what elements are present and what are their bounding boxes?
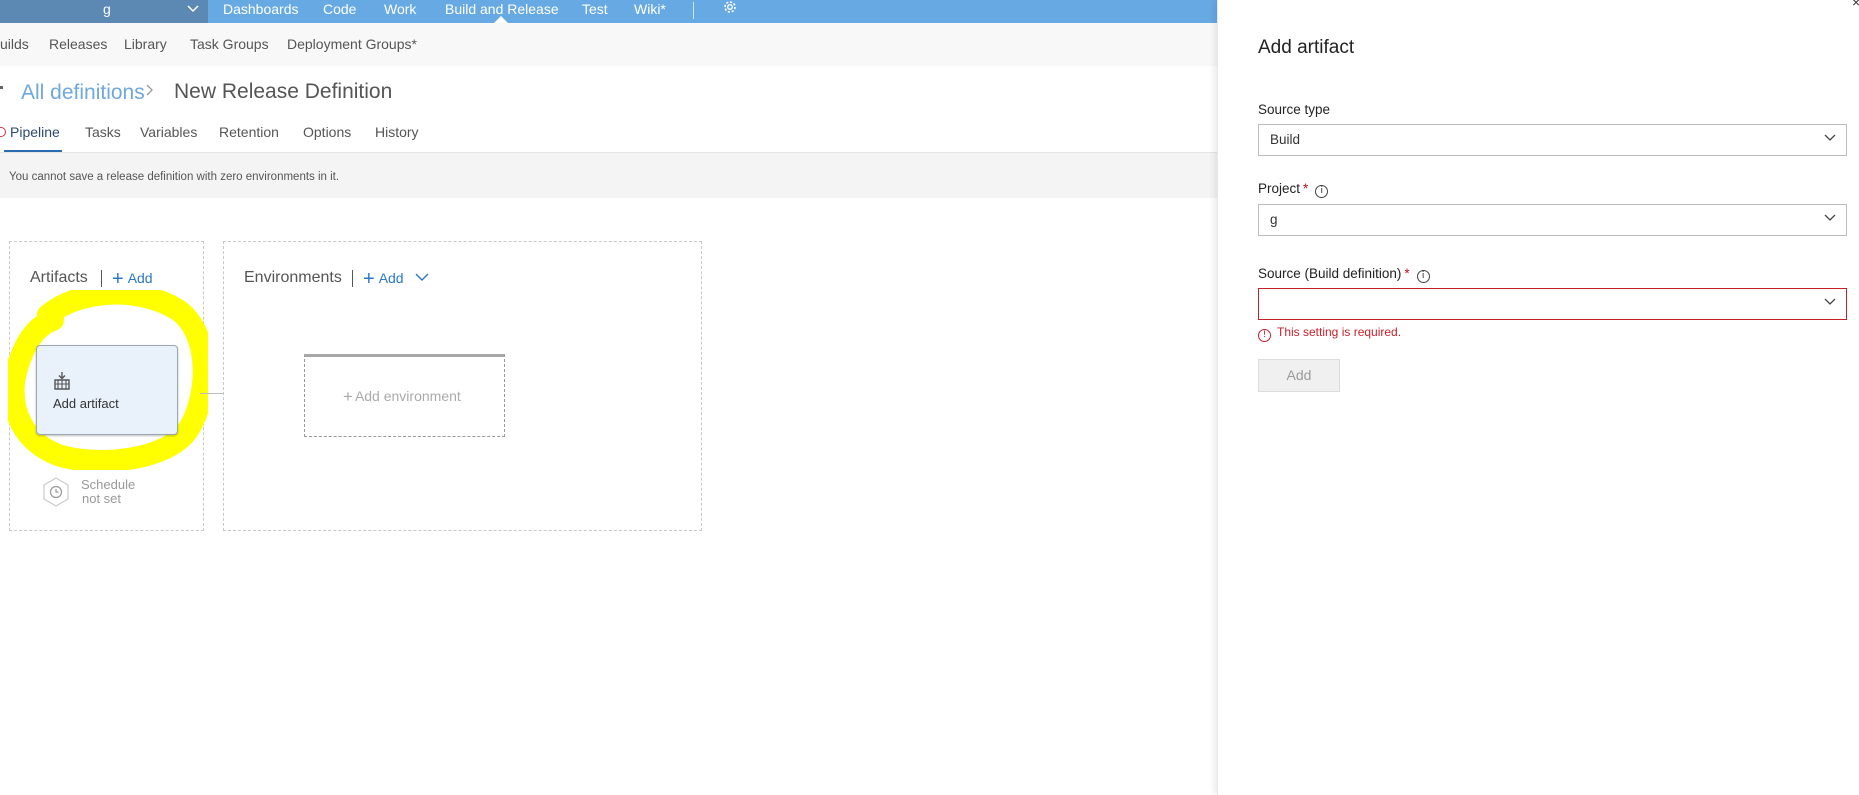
info-icon[interactable]: i (1315, 185, 1329, 198)
required-marker: * (1303, 181, 1309, 196)
nav-dashboards[interactable]: Dashboards (223, 1, 299, 17)
build-artifact-icon (52, 371, 72, 396)
nav-divider (693, 2, 694, 19)
add-button[interactable]: Add (1258, 359, 1340, 392)
subnav-releases[interactable]: Releases (49, 36, 107, 52)
validation-error: ! This setting is required. (1258, 325, 1401, 342)
nav-work[interactable]: Work (384, 1, 416, 17)
info-icon[interactable]: i (1416, 270, 1430, 283)
add-artifact-card[interactable]: Add artifact (36, 345, 178, 435)
chevron-down-icon (1824, 298, 1836, 305)
schedule-status[interactable]: Schedule not set (81, 478, 135, 506)
project-label-text: Project (1258, 181, 1301, 196)
gear-icon[interactable] (722, 0, 740, 18)
add-artifact-card-label: Add artifact (53, 396, 119, 411)
plus-icon: + (343, 387, 353, 406)
environments-title: Environments (244, 269, 342, 286)
project-select[interactable]: g (1258, 204, 1847, 236)
tab-options[interactable]: Options (303, 124, 351, 140)
artifacts-title: Artifacts (30, 269, 88, 286)
chevron-down-icon (1824, 134, 1836, 141)
source-type-select[interactable]: Build (1258, 124, 1847, 156)
project-value: g (1270, 212, 1278, 227)
tab-retention[interactable]: Retention (219, 124, 279, 140)
plus-icon: + (363, 268, 375, 290)
source-type-value: Build (1270, 132, 1301, 147)
chevron-down-icon (1824, 214, 1836, 221)
schedule-line-2: not set (82, 491, 122, 506)
nav-test[interactable]: Test (582, 1, 608, 17)
page-title: New Release Definition (174, 80, 393, 103)
nav-build-and-release[interactable]: Build and Release (445, 1, 559, 17)
add-artifact-link-label: Add (127, 270, 153, 286)
message-text: You cannot save a release definition wit… (9, 171, 340, 183)
project-selector[interactable]: g (0, 0, 208, 23)
tab-tasks[interactable]: Tasks (85, 124, 121, 140)
subnav-library[interactable]: Library (124, 36, 167, 52)
artifacts-divider (101, 270, 102, 287)
active-nav-indicator (494, 16, 508, 23)
source-label-text: Source (Build definition) (1258, 266, 1402, 281)
breadcrumb-all-definitions[interactable]: All definitions (21, 81, 145, 105)
clock-icon[interactable] (40, 476, 72, 513)
warning-circle-icon (0, 127, 6, 137)
project-name: g (103, 1, 111, 17)
close-icon[interactable]: × (1852, 0, 1859, 10)
sub-nav-bar: uilds Releases Library Task Groups Deplo… (0, 23, 1217, 66)
chevron-right-icon (145, 82, 155, 103)
subnav-builds[interactable]: uilds (0, 36, 29, 52)
source-type-label: Source type (1258, 102, 1331, 117)
add-environment-card[interactable]: + Add environment (304, 354, 505, 437)
add-environment-link[interactable]: + Add (363, 268, 430, 291)
panel-title: Add artifact (1258, 37, 1355, 58)
environments-divider (352, 270, 353, 287)
nav-code[interactable]: Code (323, 1, 356, 17)
nav-wiki[interactable]: Wiki* (634, 1, 666, 17)
error-icon: ! (1258, 329, 1271, 342)
chevron-down-icon (415, 273, 428, 281)
breadcrumb-marker (0, 86, 3, 89)
project-label: Project * i (1258, 181, 1329, 198)
plus-icon: + (112, 268, 124, 290)
schedule-line-1: Schedule (81, 477, 136, 492)
message-bar: You cannot save a release definition wit… (0, 153, 1217, 198)
chevron-down-icon (186, 1, 200, 18)
pipeline-connector (200, 393, 223, 394)
tab-pipeline[interactable]: Pipeline (10, 124, 60, 140)
add-environment-label: + Add environment (343, 387, 461, 407)
required-marker: * (1404, 266, 1410, 281)
add-environment-link-label: Add (378, 270, 404, 286)
tab-variables[interactable]: Variables (140, 124, 197, 140)
source-build-definition-label: Source (Build definition) * i (1258, 266, 1430, 283)
source-build-definition-select[interactable] (1258, 288, 1847, 320)
subnav-task-groups[interactable]: Task Groups (190, 36, 269, 52)
add-environment-label-text: Add environment (354, 388, 461, 404)
validation-error-text: This setting is required. (1277, 325, 1402, 339)
tab-history[interactable]: History (375, 124, 419, 140)
add-artifact-link[interactable]: + Add (112, 268, 153, 291)
top-nav-bar: g Dashboards Code Work Build and Release… (0, 0, 1217, 23)
subnav-deployment-groups[interactable]: Deployment Groups* (287, 36, 417, 52)
add-artifact-panel: × Add artifact Source type Build Project… (1217, 0, 1859, 795)
